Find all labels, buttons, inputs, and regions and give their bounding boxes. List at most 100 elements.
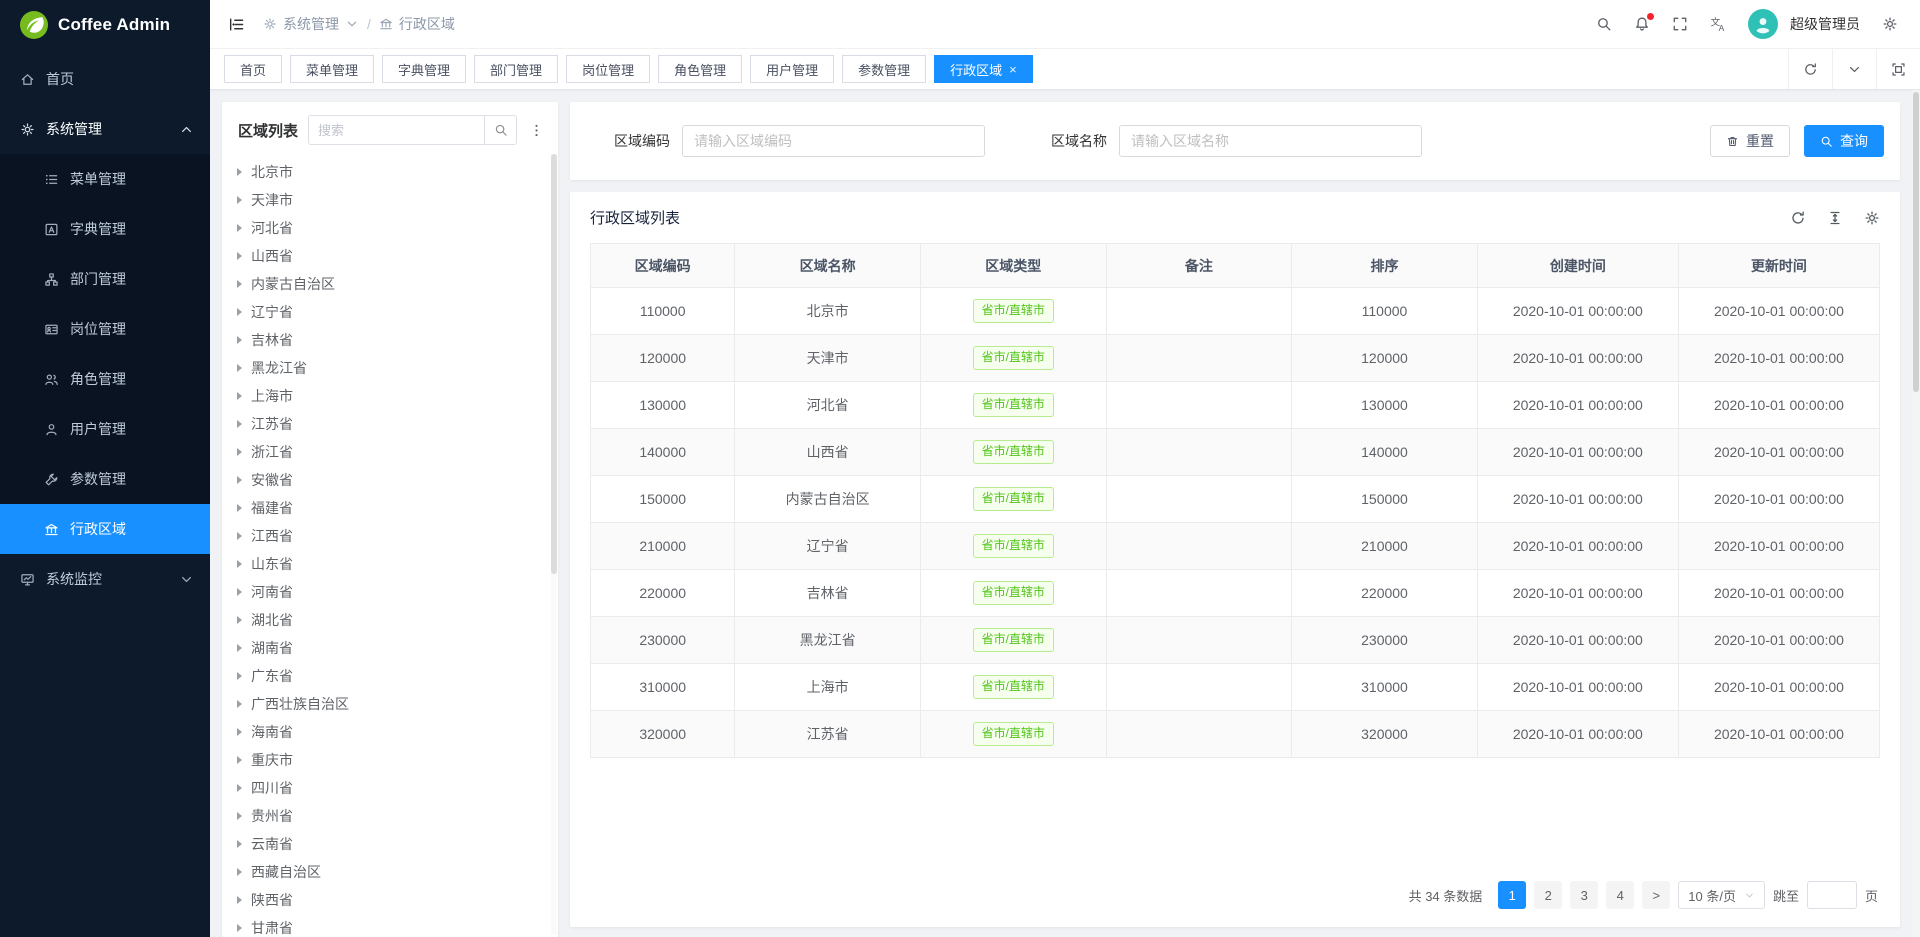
caret-right-icon: [237, 812, 242, 820]
row-height-icon[interactable]: [1827, 210, 1843, 226]
tree-item[interactable]: 西藏自治区: [222, 858, 558, 886]
tree-item[interactable]: 江苏省: [222, 410, 558, 438]
cell-remark: [1106, 382, 1292, 429]
dept-icon: [44, 272, 59, 287]
sidebar-item-dept-management[interactable]: 部门管理: [0, 254, 210, 304]
tab-dept-management[interactable]: 部门管理: [474, 55, 558, 83]
chevron-up-icon: [179, 122, 194, 137]
tree-item-label: 海南省: [251, 722, 293, 742]
tree-item[interactable]: 广西壮族自治区: [222, 690, 558, 718]
tab-param-management[interactable]: 参数管理: [842, 55, 926, 83]
sidebar-item-user-management[interactable]: 用户管理: [0, 404, 210, 454]
tree-item-label: 四川省: [251, 778, 293, 798]
sidebar-item-post-management[interactable]: 岗位管理: [0, 304, 210, 354]
page-size-select[interactable]: 10 条/页: [1678, 881, 1765, 909]
refresh-tab-button[interactable]: [1788, 49, 1832, 89]
tree-item[interactable]: 内蒙古自治区: [222, 270, 558, 298]
sidebar-item-home[interactable]: 首页: [0, 54, 210, 104]
tree-item[interactable]: 吉林省: [222, 326, 558, 354]
reset-button[interactable]: 重置: [1710, 125, 1790, 157]
tab-label: 角色管理: [674, 60, 726, 79]
tree-item[interactable]: 山东省: [222, 550, 558, 578]
query-button[interactable]: 查询: [1804, 125, 1884, 157]
tab-label: 字典管理: [398, 60, 450, 79]
column-settings-gear-icon[interactable]: [1864, 210, 1880, 226]
tree-item[interactable]: 湖南省: [222, 634, 558, 662]
tree-item[interactable]: 辽宁省: [222, 298, 558, 326]
avatar[interactable]: [1748, 9, 1778, 39]
caret-right-icon: [237, 644, 242, 652]
tree-item[interactable]: 云南省: [222, 830, 558, 858]
sidebar-fold-icon[interactable]: [228, 16, 245, 33]
tab-post-management[interactable]: 岗位管理: [566, 55, 650, 83]
tree-search-input[interactable]: [309, 123, 484, 138]
sidebar-item-param-management[interactable]: 参数管理: [0, 454, 210, 504]
tree-item[interactable]: 重庆市: [222, 746, 558, 774]
fullscreen-icon[interactable]: [1672, 16, 1688, 32]
page-scrollbar[interactable]: [1912, 90, 1920, 937]
tree-item[interactable]: 北京市: [222, 158, 558, 186]
tree-item[interactable]: 贵州省: [222, 802, 558, 830]
tree-item[interactable]: 福建省: [222, 494, 558, 522]
tree-item[interactable]: 四川省: [222, 774, 558, 802]
tree-item[interactable]: 上海市: [222, 382, 558, 410]
tree-scrollbar[interactable]: [551, 154, 557, 935]
jump-suffix-label: 页: [1865, 886, 1878, 905]
tree-item[interactable]: 河北省: [222, 214, 558, 242]
tab-admin-region[interactable]: 行政区域×: [934, 55, 1033, 83]
breadcrumb-separator: /: [367, 16, 371, 32]
region-name-input[interactable]: [1119, 125, 1422, 157]
tree-item[interactable]: 山西省: [222, 242, 558, 270]
cell-type: 省市/直辖市: [920, 570, 1106, 617]
translate-icon[interactable]: 文A: [1710, 16, 1726, 32]
sidebar-item-dict-management[interactable]: 字典管理: [0, 204, 210, 254]
tab-options-button[interactable]: [1832, 49, 1876, 89]
jump-page-input[interactable]: [1807, 881, 1857, 909]
refresh-icon[interactable]: [1790, 210, 1806, 226]
cell-code: 230000: [591, 617, 735, 664]
close-icon[interactable]: ×: [1009, 63, 1017, 76]
tree-item[interactable]: 甘肃省: [222, 914, 558, 937]
sidebar-item-system-monitor[interactable]: 系统监控: [0, 554, 210, 604]
tree-item[interactable]: 河南省: [222, 578, 558, 606]
more-options-icon[interactable]: [527, 123, 546, 138]
fullscreen-square-icon: [1891, 62, 1906, 77]
tab-home[interactable]: 首页: [224, 55, 282, 83]
sidebar-item-admin-region[interactable]: 行政区域: [0, 504, 210, 554]
app-logo[interactable]: Coffee Admin: [0, 0, 210, 50]
region-code-input[interactable]: [682, 125, 985, 157]
tab-user-management[interactable]: 用户管理: [750, 55, 834, 83]
tab-dict-management[interactable]: 字典管理: [382, 55, 466, 83]
cell-sort: 130000: [1292, 382, 1478, 429]
sidebar-item-role-management[interactable]: 角色管理: [0, 354, 210, 404]
tree-search-button[interactable]: [484, 116, 516, 144]
tree-item[interactable]: 浙江省: [222, 438, 558, 466]
content-fullscreen-button[interactable]: [1876, 49, 1920, 89]
sidebar-item-menu-management[interactable]: 菜单管理: [0, 154, 210, 204]
page-button-1[interactable]: 1: [1498, 881, 1526, 909]
tree-item[interactable]: 海南省: [222, 718, 558, 746]
tree-item[interactable]: 湖北省: [222, 606, 558, 634]
page-button-3[interactable]: 3: [1570, 881, 1598, 909]
settings-gear-icon[interactable]: [1882, 16, 1898, 32]
breadcrumb-item-system[interactable]: 系统管理: [263, 14, 359, 34]
page-button-2[interactable]: 2: [1534, 881, 1562, 909]
page-button-4[interactable]: 4: [1606, 881, 1634, 909]
tree-item[interactable]: 天津市: [222, 186, 558, 214]
next-page-button[interactable]: >: [1642, 881, 1670, 909]
search-icon[interactable]: [1596, 16, 1612, 32]
tab-menu-management[interactable]: 菜单管理: [290, 55, 374, 83]
tree-item[interactable]: 黑龙江省: [222, 354, 558, 382]
page-content: 区域列表 北京市天津市河北省山西省内蒙古自治区辽宁省吉林省黑龙江省上海市江苏省浙…: [210, 90, 1920, 937]
tree-item[interactable]: 陕西省: [222, 886, 558, 914]
tree-item[interactable]: 安徽省: [222, 466, 558, 494]
tree-item[interactable]: 广东省: [222, 662, 558, 690]
tab-role-management[interactable]: 角色管理: [658, 55, 742, 83]
caret-right-icon: [237, 700, 242, 708]
sidebar-item-system-management[interactable]: 系统管理: [0, 104, 210, 154]
notification-bell-icon[interactable]: [1634, 16, 1650, 32]
username[interactable]: 超级管理员: [1790, 14, 1860, 34]
tree-item[interactable]: 江西省: [222, 522, 558, 550]
column-header: 创建时间: [1477, 244, 1678, 288]
caret-right-icon: [237, 588, 242, 596]
